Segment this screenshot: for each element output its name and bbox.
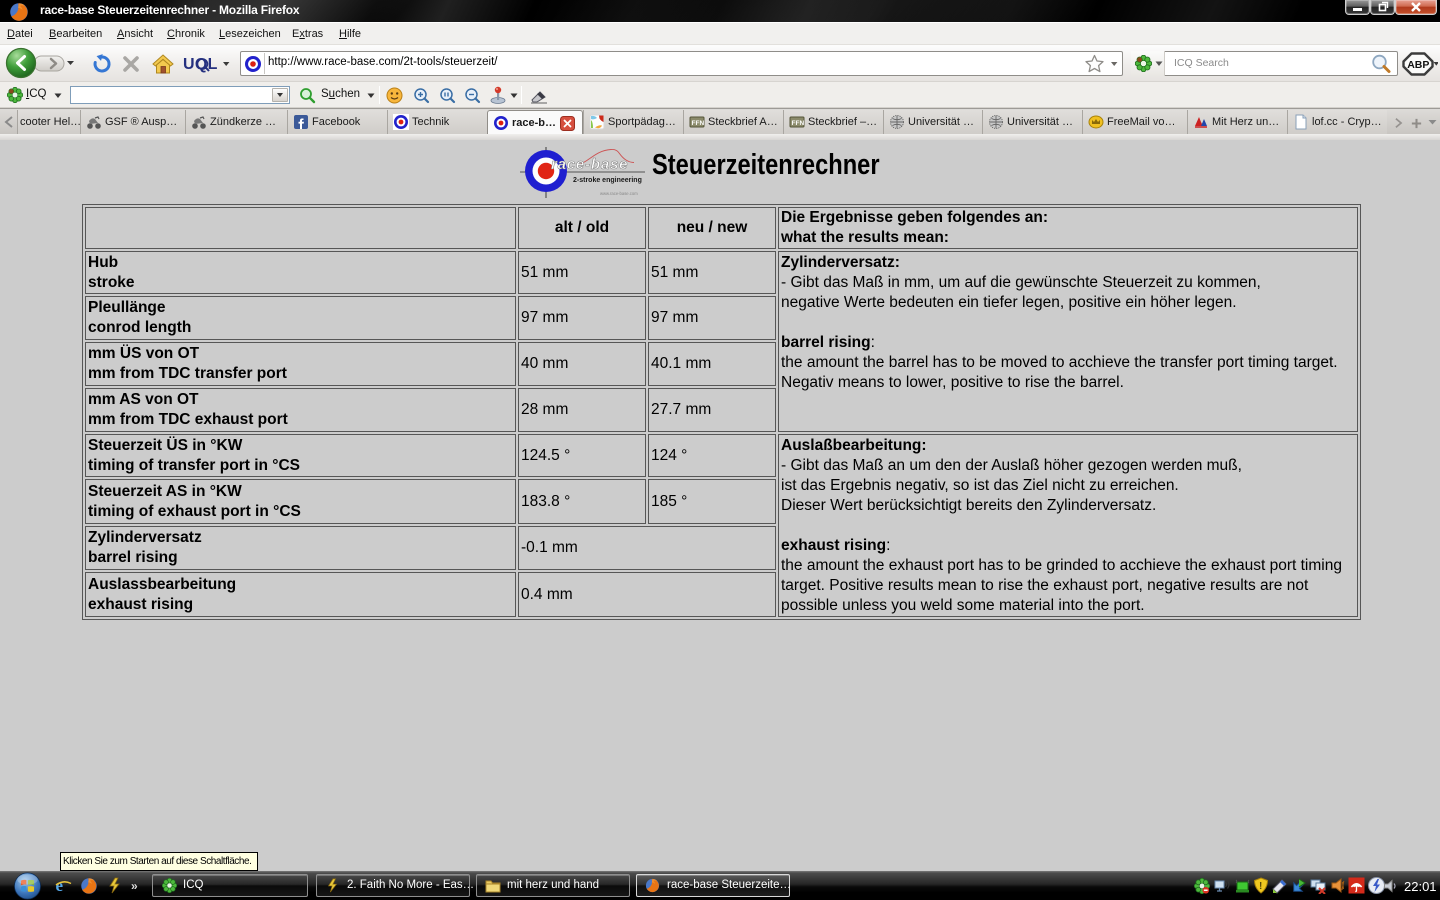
svg-text:FFN: FFN bbox=[792, 120, 805, 127]
svg-text:!: ! bbox=[1259, 881, 1262, 892]
svg-text:UQL: UQL bbox=[183, 56, 218, 73]
svg-text:ABP: ABP bbox=[1407, 59, 1429, 71]
svg-text:2-stroke engineering: 2-stroke engineering bbox=[573, 177, 642, 184]
svg-text:race-base: race-base bbox=[551, 156, 628, 173]
svg-text:FFN: FFN bbox=[692, 120, 705, 127]
svg-text:www.race-base.com: www.race-base.com bbox=[600, 191, 638, 196]
svg-text:e: e bbox=[56, 877, 64, 894]
